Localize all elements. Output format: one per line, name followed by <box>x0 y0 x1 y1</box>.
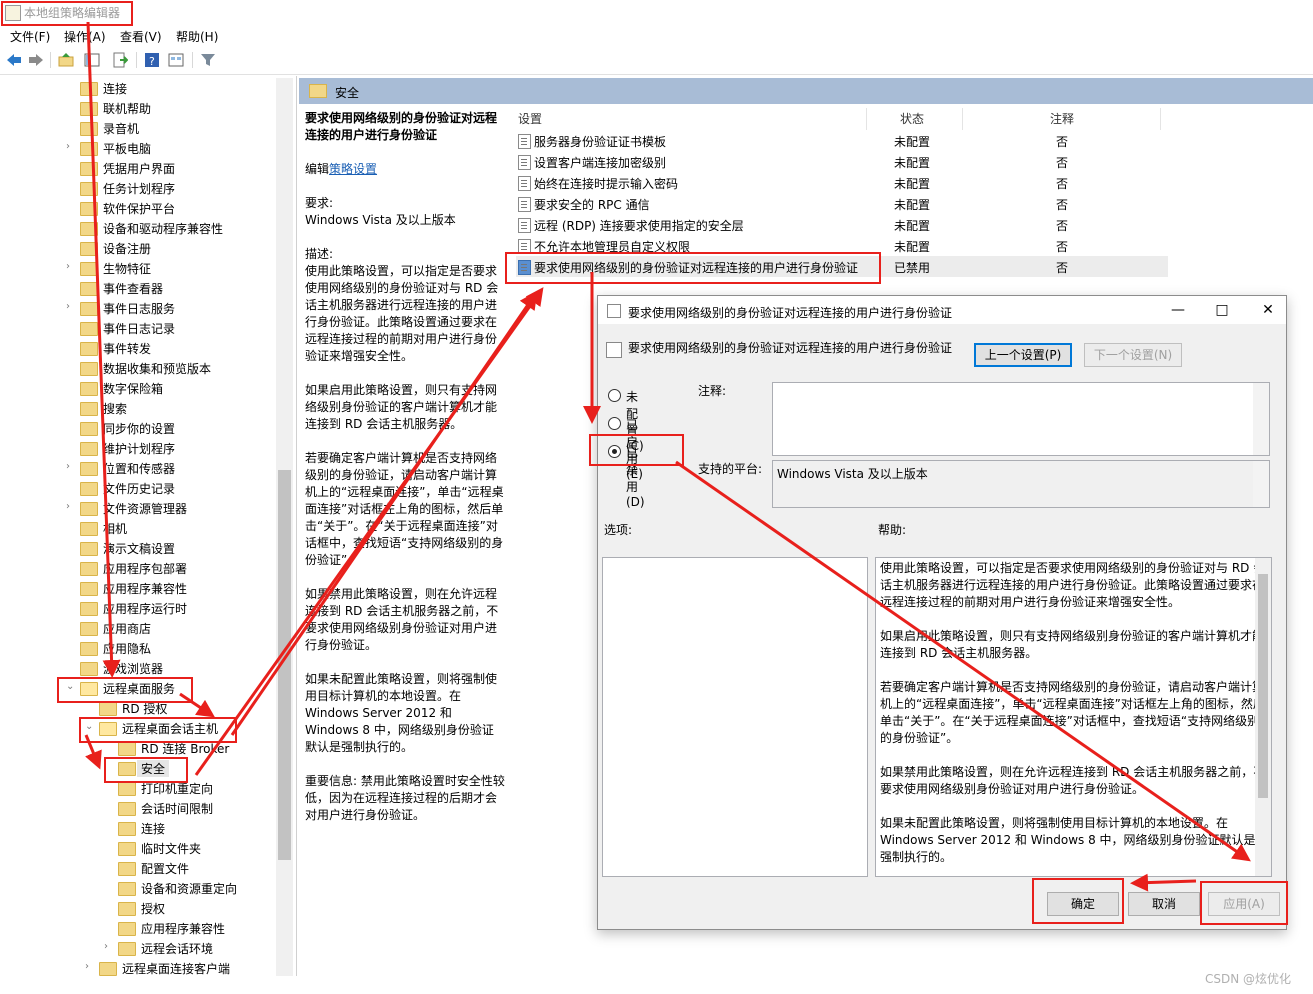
annotation-arrows <box>84 21 1251 892</box>
watermark: CSDN @炫优化 <box>1205 972 1292 986</box>
